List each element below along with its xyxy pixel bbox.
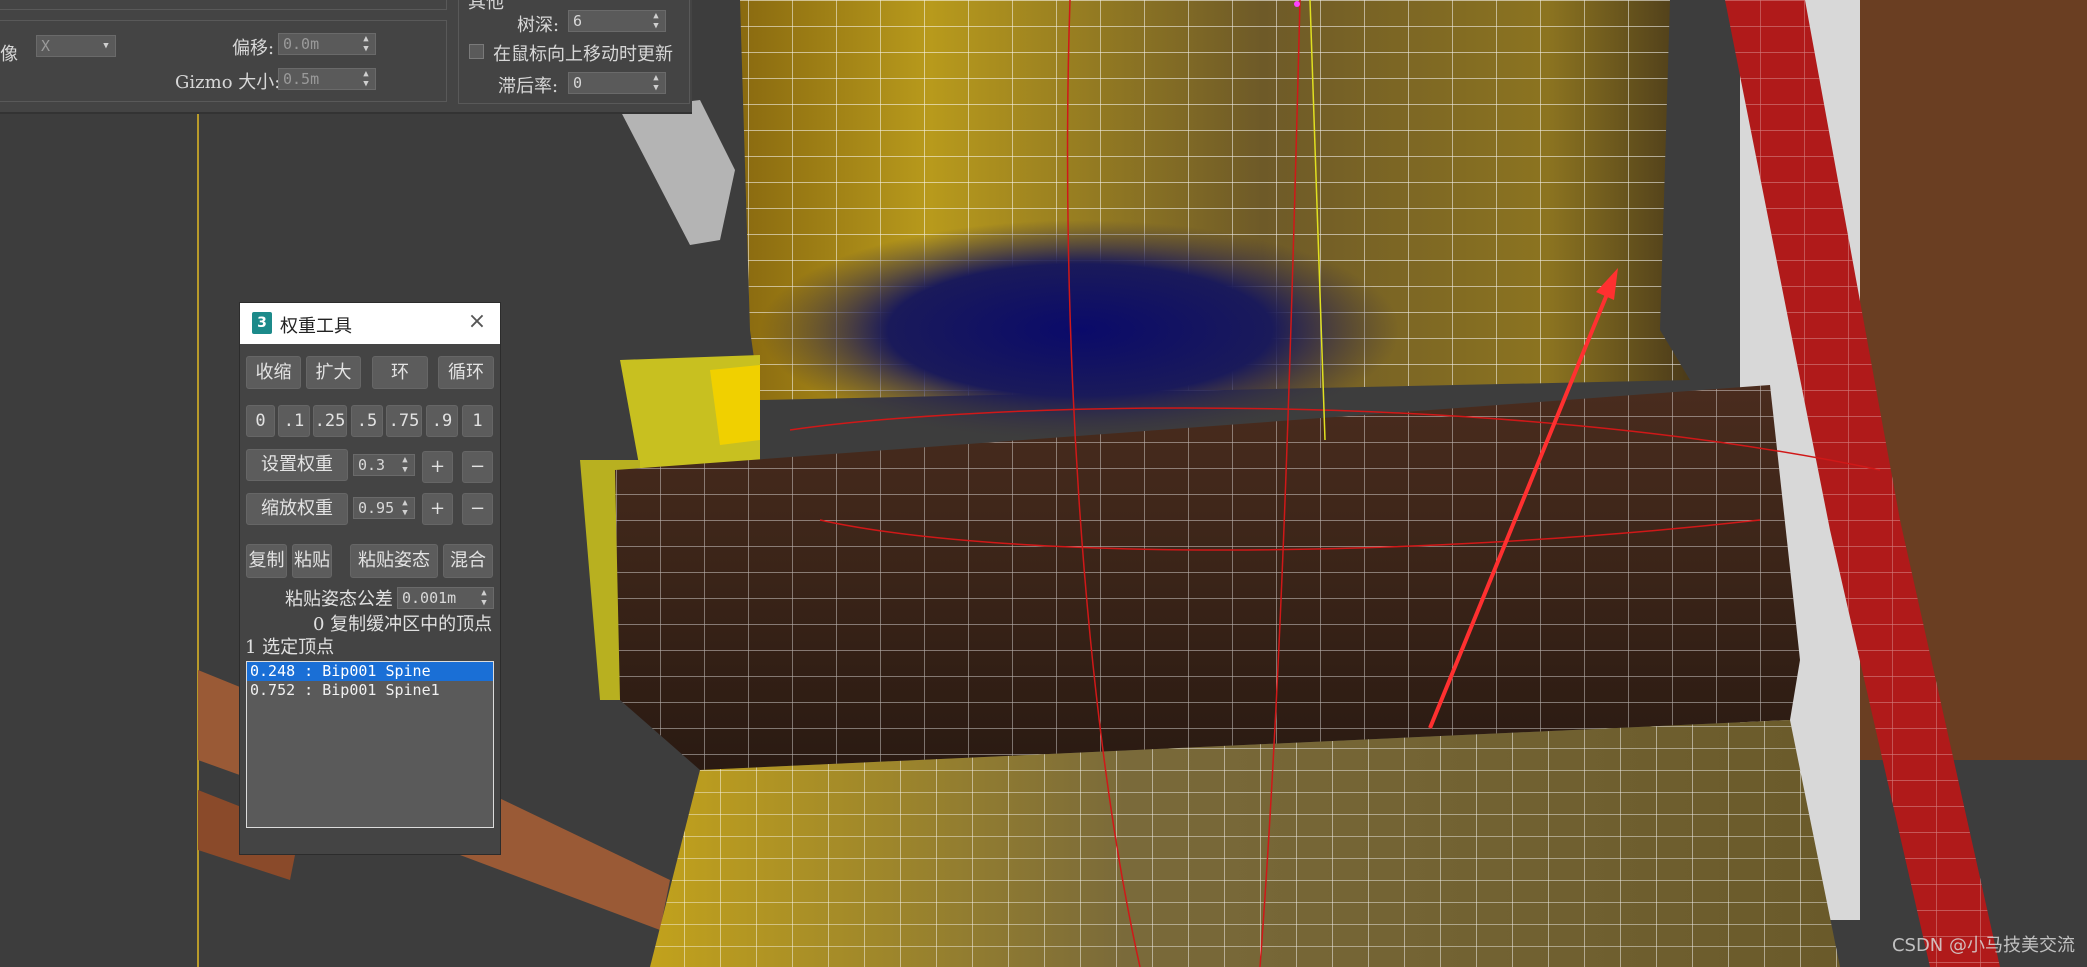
shrink-button[interactable]: 收缩 [246, 356, 301, 389]
weight-preset-1-button[interactable]: 1 [462, 405, 493, 437]
close-icon[interactable]: × [466, 311, 488, 333]
weight-preset-0.25-button[interactable]: .25 [313, 405, 347, 437]
watermark: CSDN @小马技美交流 [1891, 935, 2075, 956]
paste-button[interactable]: 粘贴 [292, 544, 332, 578]
set-weight-value: 0.3 [358, 456, 386, 474]
lag-rate-spinner[interactable]: 0 ▲ ▼ [568, 72, 666, 94]
skin-parameters-panel: 像 X ▼ 偏移: 0.0m ▲ ▼ Gizmo 大小: 0.5m ▲ ▼ 其他 树… [0, 0, 692, 114]
set-weight-plus-button[interactable]: + [422, 451, 453, 483]
mirror-axis-value: X [41, 37, 51, 55]
weight-tool-dialog: 3 权重工具 × 收缩 扩大 环 循环 0 .1 .25 .5 .75 .9 1… [239, 302, 501, 855]
panel-group-border [0, 0, 447, 10]
lag-rate-value: 0 [573, 74, 583, 92]
bone-weight-row[interactable]: 0.752 : Bip001 Spine1 [247, 681, 493, 700]
scale-weight-plus-button[interactable]: + [422, 493, 453, 525]
tree-depth-value: 6 [573, 12, 583, 30]
set-weight-button[interactable]: 设置权重 [246, 449, 348, 481]
gizmo-size-spinner[interactable]: 0.5m ▲ ▼ [278, 68, 376, 90]
weight-preset-0.1-button[interactable]: .1 [278, 405, 310, 437]
spinner-arrows-icon: ▲ ▼ [402, 455, 408, 475]
weight-preset-0.9-button[interactable]: .9 [426, 405, 458, 437]
bone-weights-list[interactable]: 0.248 : Bip001 Spine 0.752 : Bip001 Spin… [246, 661, 494, 828]
gizmo-size-label: Gizmo 大小: [175, 72, 281, 93]
blend-button[interactable]: 混合 [443, 544, 493, 578]
3dsmax-app-icon: 3 [252, 312, 272, 334]
weight-preset-0.75-button[interactable]: .75 [386, 405, 422, 437]
selected-vertices-count: 1 选定顶点 [245, 637, 335, 658]
bone-weight-row[interactable]: 0.248 : Bip001 Spine [247, 662, 493, 681]
spinner-arrows-icon: ▲ ▼ [481, 588, 487, 608]
gizmo-size-value: 0.5m [283, 70, 320, 88]
buffer-vertices-count: 0 复制缓冲区中的顶点 [313, 614, 493, 635]
weight-preset-0-button[interactable]: 0 [246, 405, 275, 437]
spinner-arrows-icon: ▲ ▼ [363, 69, 369, 89]
paste-pose-tolerance-label: 粘贴姿态公差 [285, 589, 393, 610]
mirror-label: 像 [0, 44, 18, 65]
set-weight-spinner[interactable]: 0.3 ▲ ▼ [353, 454, 415, 476]
spinner-arrows-icon: ▲ ▼ [363, 34, 369, 54]
scale-weight-button[interactable]: 缩放权重 [246, 493, 348, 525]
lag-rate-label: 滞后率: [498, 76, 559, 97]
tree-depth-label: 树深: [517, 15, 560, 36]
paste-pose-tolerance-spinner[interactable]: 0.001m ▲ ▼ [397, 587, 494, 609]
loop-button[interactable]: 循环 [438, 356, 494, 389]
set-weight-minus-button[interactable]: − [462, 451, 493, 483]
weight-preset-0.5-button[interactable]: .5 [351, 405, 383, 437]
spinner-arrows-icon: ▲ ▼ [653, 11, 659, 31]
paste-pose-button[interactable]: 粘贴姿态 [350, 544, 438, 578]
tree-depth-spinner[interactable]: 6 ▲ ▼ [568, 10, 666, 32]
mirror-axis-select[interactable]: X ▼ [36, 35, 116, 57]
offset-spinner[interactable]: 0.0m ▲ ▼ [278, 33, 376, 55]
spinner-arrows-icon: ▲ ▼ [402, 498, 408, 518]
paste-pose-tolerance-value: 0.001m [402, 589, 457, 607]
grow-button[interactable]: 扩大 [306, 356, 361, 389]
offset-value: 0.0m [283, 35, 320, 53]
update-on-mouse-up-label: 在鼠标向上移动时更新 [493, 44, 673, 65]
copy-button[interactable]: 复制 [246, 544, 287, 578]
offset-label: 偏移: [232, 38, 275, 59]
dialog-title-bar[interactable]: 3 权重工具 × [240, 303, 500, 344]
update-on-mouse-up-checkbox[interactable] [469, 44, 484, 59]
dialog-title: 权重工具 [280, 316, 352, 337]
other-group-title: 其他 [468, 0, 504, 13]
scale-weight-minus-button[interactable]: − [462, 493, 493, 525]
scale-weight-spinner[interactable]: 0.95 ▲ ▼ [353, 497, 415, 519]
ring-button[interactable]: 环 [372, 356, 428, 389]
dropdown-arrow-icon: ▼ [103, 41, 109, 51]
spinner-arrows-icon: ▲ ▼ [653, 73, 659, 93]
scale-weight-value: 0.95 [358, 499, 395, 517]
